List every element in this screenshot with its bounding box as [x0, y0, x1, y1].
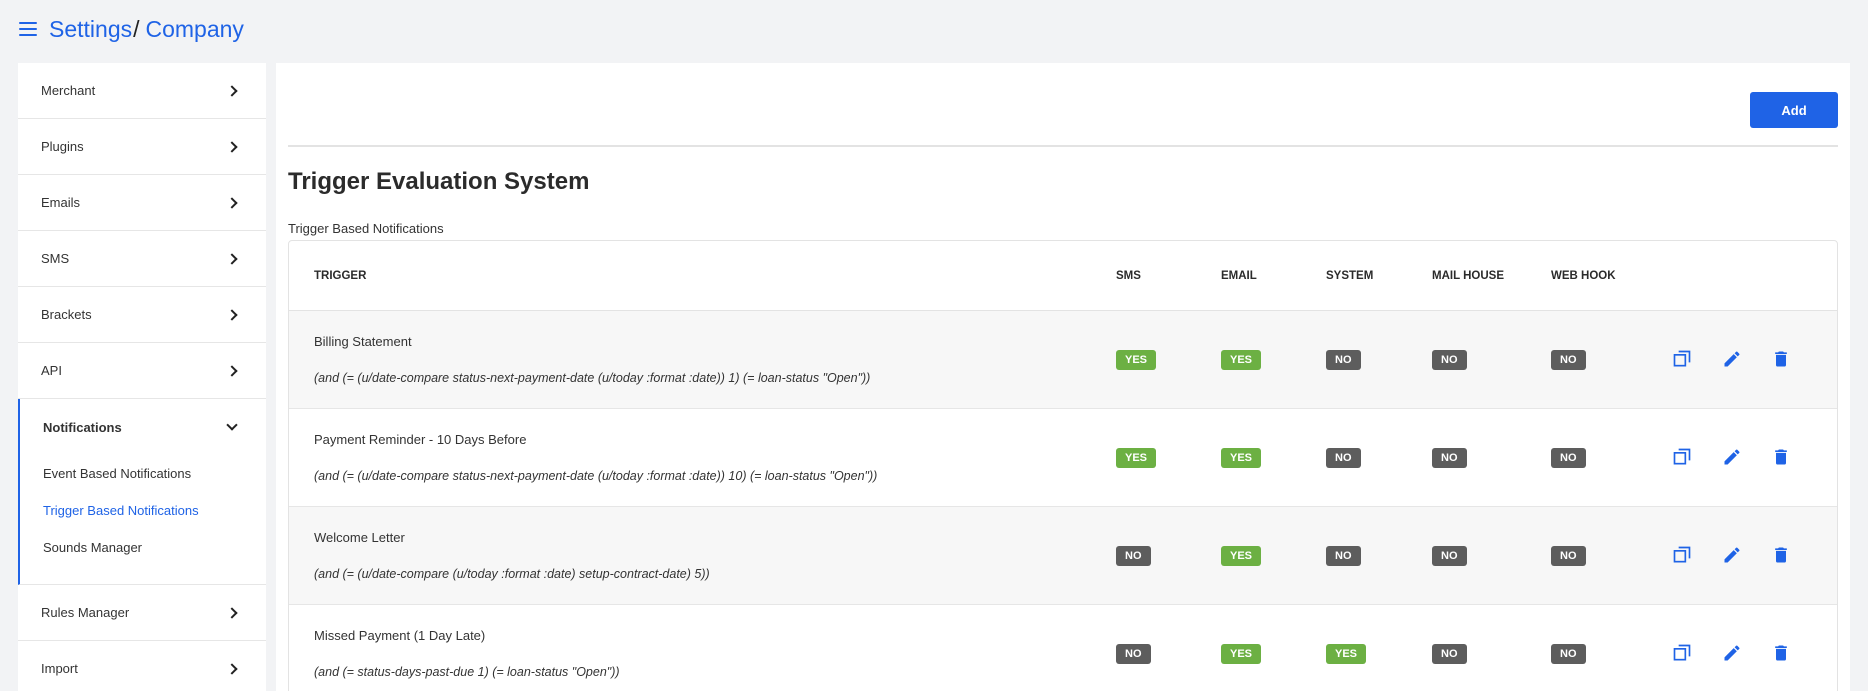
status-badge-email: YES: [1221, 644, 1262, 664]
status-badge-sms: NO: [1116, 546, 1151, 566]
pencil-icon[interactable]: [1722, 447, 1742, 467]
copy-icon[interactable]: [1672, 447, 1692, 467]
trigger-expression: (and (= (u/date-compare status-next-paym…: [314, 469, 878, 483]
trigger-name: Missed Payment (1 Day Late): [314, 628, 486, 643]
sidebar-item-sms[interactable]: SMS: [18, 231, 266, 287]
sidebar-subitem-trigger-based[interactable]: Trigger Based Notifications: [20, 492, 266, 529]
copy-icon[interactable]: [1672, 643, 1692, 663]
column-header-trigger: TRIGGER: [314, 269, 367, 282]
status-badge-email: YES: [1221, 350, 1262, 370]
sidebar-subitem-sounds-manager[interactable]: Sounds Manager: [20, 529, 266, 566]
sidebar: Merchant Plugins Emails SMS Brackets API…: [18, 63, 266, 691]
sidebar-item-emails[interactable]: Emails: [18, 175, 266, 231]
pencil-icon[interactable]: [1722, 349, 1742, 369]
pencil-icon[interactable]: [1722, 643, 1742, 663]
copy-icon[interactable]: [1672, 349, 1692, 369]
trash-icon[interactable]: [1771, 447, 1791, 467]
column-header-web-hook: WEB HOOK: [1551, 269, 1616, 282]
page-title: Trigger Evaluation System: [288, 168, 590, 195]
breadcrumb-separator: /: [133, 15, 140, 42]
trigger-name: Payment Reminder - 10 Days Before: [314, 432, 527, 447]
pencil-icon[interactable]: [1722, 545, 1742, 565]
chevron-down-icon: [226, 418, 238, 431]
status-badge-system: NO: [1326, 350, 1361, 370]
sidebar-item-label: SMS: [41, 251, 70, 266]
sidebar-subitem-event-based[interactable]: Event Based Notifications: [20, 455, 266, 492]
main-panel: Add Trigger Evaluation System Trigger Ba…: [276, 63, 1850, 691]
sidebar-item-plugins[interactable]: Plugins: [18, 119, 266, 175]
copy-icon[interactable]: [1672, 545, 1692, 565]
table-row: Missed Payment (1 Day Late) (and (= stat…: [289, 605, 1837, 691]
add-button[interactable]: Add: [1750, 92, 1838, 128]
sidebar-item-label: Merchant: [41, 83, 96, 98]
status-badge-mail-house: NO: [1432, 546, 1467, 566]
table-header: TRIGGER SMS EMAIL SYSTEM MAIL HOUSE WEB …: [289, 241, 1837, 311]
chevron-right-icon: [226, 140, 238, 153]
trash-icon[interactable]: [1771, 643, 1791, 663]
status-badge-web-hook: NO: [1551, 448, 1586, 468]
sidebar-item-label: Import: [41, 661, 78, 676]
column-header-email: EMAIL: [1221, 269, 1257, 282]
status-badge-sms: YES: [1116, 448, 1157, 468]
section-subtitle: Trigger Based Notifications: [288, 221, 444, 236]
trigger-expression: (and (= (u/date-compare (u/today :format…: [314, 567, 710, 581]
divider: [288, 145, 1838, 147]
status-badge-web-hook: NO: [1551, 644, 1586, 664]
sidebar-item-label: Rules Manager: [41, 605, 130, 620]
trigger-name: Billing Statement: [314, 334, 412, 349]
sidebar-item-label: Plugins: [41, 139, 84, 154]
chevron-right-icon: [226, 606, 238, 619]
sidebar-item-api[interactable]: API: [18, 343, 266, 399]
status-badge-sms: NO: [1116, 644, 1151, 664]
chevron-right-icon: [226, 84, 238, 97]
column-header-system: SYSTEM: [1326, 269, 1374, 282]
status-badge-system: NO: [1326, 546, 1361, 566]
status-badge-email: YES: [1221, 448, 1262, 468]
chevron-right-icon: [226, 308, 238, 321]
trigger-name: Welcome Letter: [314, 530, 405, 545]
chevron-right-icon: [226, 196, 238, 209]
trigger-expression: (and (= (u/date-compare status-next-paym…: [314, 371, 871, 385]
sidebar-item-label: Brackets: [41, 307, 92, 322]
sidebar-item-brackets[interactable]: Brackets: [18, 287, 266, 343]
triggers-table: TRIGGER SMS EMAIL SYSTEM MAIL HOUSE WEB …: [288, 240, 1838, 691]
chevron-right-icon: [226, 662, 238, 675]
status-badge-web-hook: NO: [1551, 350, 1586, 370]
sidebar-item-import[interactable]: Import: [18, 641, 266, 691]
trigger-expression: (and (= status-days-past-due 1) (= loan-…: [314, 665, 620, 679]
status-badge-email: YES: [1221, 546, 1262, 566]
chevron-right-icon: [226, 364, 238, 377]
sidebar-item-merchant[interactable]: Merchant: [18, 63, 266, 119]
chevron-right-icon: [226, 252, 238, 265]
breadcrumb-settings[interactable]: Settings: [49, 16, 132, 43]
column-header-mail-house: MAIL HOUSE: [1432, 269, 1504, 282]
status-badge-system: NO: [1326, 448, 1361, 468]
table-row: Billing Statement (and (= (u/date-compar…: [289, 311, 1837, 409]
status-badge-mail-house: NO: [1432, 448, 1467, 468]
sidebar-item-label: Notifications: [43, 419, 122, 435]
status-badge-system: YES: [1326, 644, 1367, 664]
breadcrumb-company[interactable]: Company: [146, 16, 244, 43]
sidebar-group-notifications: Notifications Event Based Notifications …: [18, 399, 266, 585]
hamburger-icon[interactable]: [19, 22, 37, 36]
status-badge-mail-house: NO: [1432, 350, 1467, 370]
column-header-sms: SMS: [1116, 269, 1141, 282]
sidebar-item-rules-manager[interactable]: Rules Manager: [18, 585, 266, 641]
sidebar-item-notifications[interactable]: Notifications: [20, 399, 266, 455]
status-badge-sms: YES: [1116, 350, 1157, 370]
header: Settings / Company: [19, 14, 244, 44]
table-row: Payment Reminder - 10 Days Before (and (…: [289, 409, 1837, 507]
status-badge-mail-house: NO: [1432, 644, 1467, 664]
table-row: Welcome Letter (and (= (u/date-compare (…: [289, 507, 1837, 605]
sidebar-item-label: API: [41, 363, 62, 378]
trash-icon[interactable]: [1771, 545, 1791, 565]
status-badge-web-hook: NO: [1551, 546, 1586, 566]
trash-icon[interactable]: [1771, 349, 1791, 369]
sidebar-item-label: Emails: [41, 195, 81, 210]
